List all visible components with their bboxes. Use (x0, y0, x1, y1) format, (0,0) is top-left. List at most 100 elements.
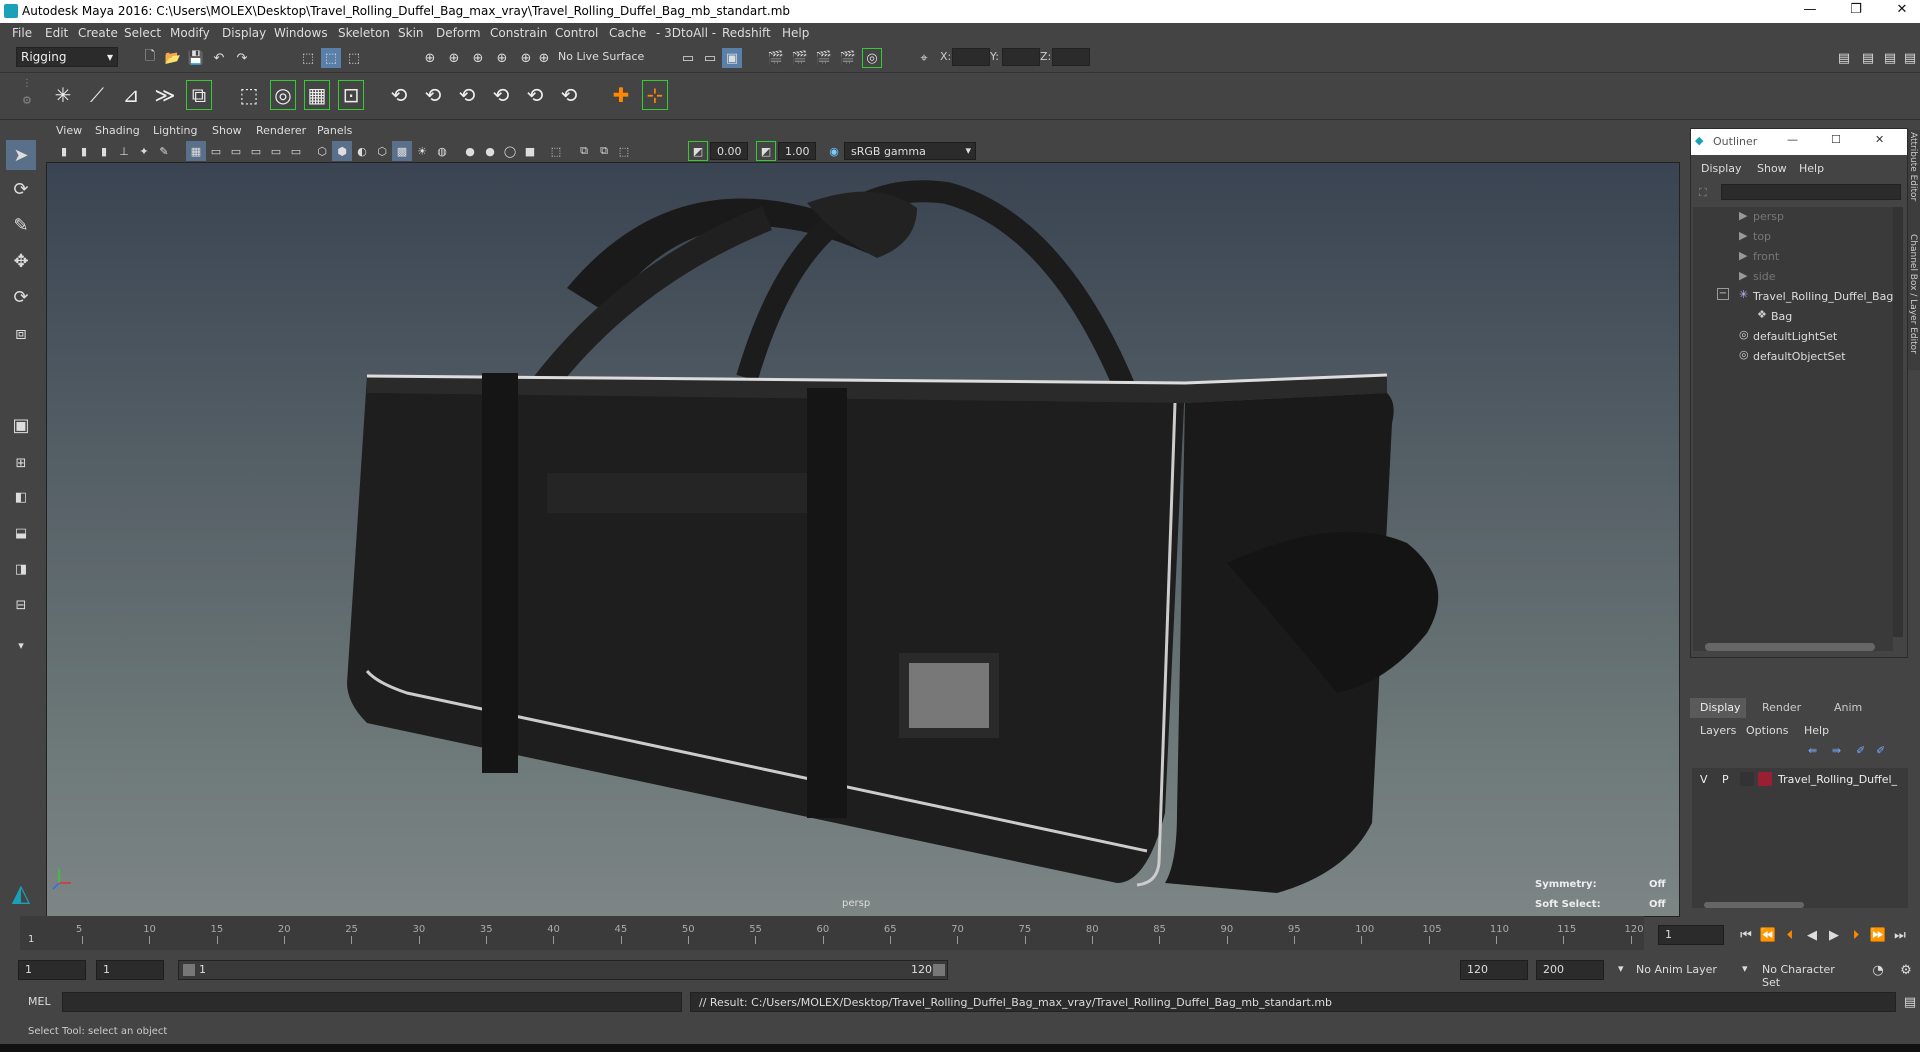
viewport-menu-show[interactable]: Show (212, 124, 242, 137)
render-current-frame-icon[interactable]: 🎬 (766, 48, 786, 68)
y-field[interactable] (1002, 48, 1040, 66)
mirror-joint-icon[interactable]: ⧉ (186, 80, 212, 110)
tool-settings-icon[interactable]: ▤ (1880, 48, 1900, 68)
color-space-dropdown[interactable]: sRGB gamma ▾ (844, 142, 976, 160)
wireframe-icon[interactable]: ⬡ (312, 141, 332, 161)
playback-end-field[interactable]: 120 (1460, 960, 1528, 980)
input-ops-icon[interactable]: ▭ (678, 48, 698, 68)
two-d-pan-icon[interactable]: ✦ (134, 141, 154, 161)
command-input[interactable] (62, 992, 682, 1012)
menu-modify[interactable]: Modify (170, 26, 210, 40)
film-gate-icon[interactable]: ▭ (206, 141, 226, 161)
tree-item-side[interactable]: ▶ side (1693, 267, 1893, 285)
ik-handle-icon[interactable]: ⟋ (84, 80, 110, 110)
channel-box-tab[interactable]: Channel Box / Layer Editor (1908, 234, 1918, 354)
layer-name[interactable]: Travel_Rolling_Duffel_ (1778, 773, 1898, 786)
outliner-persp-layout-icon[interactable]: ◧ (6, 482, 36, 512)
move-tool-icon[interactable]: ✥ (6, 246, 36, 276)
play-backwards-icon[interactable]: ◀ (1802, 925, 1822, 945)
xray-components-icon[interactable]: ⬚ (614, 141, 634, 161)
scale-tool-icon[interactable]: ⧈ (6, 318, 36, 348)
four-view-layout-icon[interactable]: ⊞ (6, 448, 36, 478)
new-layer-selected-icon[interactable]: ✐ (1876, 744, 1885, 757)
bind-skin-icon[interactable]: ⬚ (236, 80, 262, 110)
menu-3dtoall[interactable]: - 3DtoAll - (656, 26, 716, 40)
menu-skeleton[interactable]: Skeleton (338, 26, 390, 40)
script-editor-icon[interactable]: ▤ (1900, 992, 1920, 1012)
shelf-handle-icon[interactable]: ⋮ (22, 78, 32, 89)
select-components-icon[interactable]: ⬚ (344, 48, 364, 68)
undo-icon[interactable]: ↶ (209, 48, 229, 68)
tree-item-persp[interactable]: ▶ persp (1693, 207, 1893, 225)
outliner-menu-help[interactable]: Help (1799, 162, 1824, 175)
outliner-maximize-button[interactable]: ☐ (1831, 133, 1841, 146)
menu-control[interactable]: Control (555, 26, 598, 40)
outliner-search-input[interactable] (1721, 184, 1901, 200)
layer-visibility-toggle[interactable]: V (1700, 773, 1708, 786)
rotate-tool-icon[interactable]: ⟳ (6, 282, 36, 312)
lasso-tool-icon[interactable]: ⟳ (6, 174, 36, 204)
hypershade-layout-icon[interactable]: ⊟ (6, 590, 36, 620)
open-scene-icon[interactable]: 📂 (163, 48, 183, 68)
exposure-field[interactable]: 0.00 (710, 142, 748, 160)
tree-item-front[interactable]: ▶ front (1693, 247, 1893, 265)
tab-display[interactable]: Display (1690, 698, 1746, 718)
layout-options-icon[interactable]: ▾ (6, 630, 36, 660)
collapse-icon[interactable]: − (1717, 288, 1729, 300)
restore-button[interactable]: ❐ (1846, 2, 1866, 20)
viewport-menu-lighting[interactable]: Lighting (153, 124, 197, 137)
z-field[interactable] (1052, 48, 1090, 66)
step-forward-key-icon[interactable]: ⏩ (1868, 925, 1888, 945)
tree-item-default-object-set[interactable]: ◎ defaultObjectSet (1693, 347, 1893, 365)
shelf-settings-icon[interactable]: ⚙ (22, 94, 32, 107)
menu-windows[interactable]: Windows (274, 26, 328, 40)
range-start-handle[interactable] (183, 964, 195, 976)
new-layer-icon[interactable]: ✐ (1856, 744, 1865, 757)
motion-blur-icon[interactable]: ● (480, 141, 500, 161)
resolution-gate-icon[interactable]: ▭ (226, 141, 246, 161)
snap-point-icon[interactable]: ⊕ (468, 48, 488, 68)
single-perspective-layout-icon[interactable]: ▣ (6, 410, 36, 440)
attribute-editor-icon[interactable]: ▤ (1858, 48, 1878, 68)
animation-preferences-icon[interactable]: ⚙ (1896, 960, 1916, 980)
outliner-menu-display[interactable]: Display (1701, 162, 1742, 175)
tree-item-default-light-set[interactable]: ◎ defaultLightSet (1693, 327, 1893, 345)
time-slider[interactable]: 1 5 10 15 20 25 30 35 40 45 50 55 60 65 70 75 80 85 90 95 1… (20, 916, 1644, 950)
exposure-icon[interactable]: ◩ (688, 141, 708, 161)
menu-deform[interactable]: Deform (436, 26, 481, 40)
viewport-menu-panels[interactable]: Panels (317, 124, 352, 137)
isolate-select-icon[interactable]: ⬚ (546, 141, 566, 161)
close-button[interactable]: ✕ (1892, 2, 1912, 20)
tab-anim[interactable]: Anim (1834, 701, 1862, 714)
ik-spline-icon[interactable]: ⊿ (118, 80, 144, 110)
color-management-icon[interactable]: ◉ (824, 141, 844, 161)
camera-lock-icon[interactable]: ▮ (74, 141, 94, 161)
snap-pivot-icon[interactable]: ⊕ (534, 48, 554, 68)
menu-select[interactable]: Select (124, 26, 161, 40)
parent-constraint-icon[interactable]: ⟲ (522, 80, 548, 110)
range-end-handle[interactable] (933, 964, 945, 976)
filter-icon[interactable]: ⛶ (1699, 186, 1707, 200)
menu-cache[interactable]: Cache (609, 26, 646, 40)
command-language-label[interactable]: MEL (28, 995, 51, 1008)
grease-pencil-icon[interactable]: ✎ (154, 141, 174, 161)
x-field[interactable] (952, 48, 990, 66)
minimize-button[interactable]: — (1800, 2, 1820, 20)
menu-edit[interactable]: Edit (45, 26, 68, 40)
outliner-horizontal-scrollbar[interactable] (1705, 643, 1875, 651)
graph-persp-layout-icon[interactable]: ⬓ (6, 518, 36, 548)
menu-constrain[interactable]: Constrain (490, 26, 548, 40)
screen-space-ao-icon[interactable]: ● (460, 141, 480, 161)
playback-start-field[interactable]: 1 (96, 960, 164, 980)
layer-menu-options[interactable]: Options (1746, 724, 1788, 737)
viewport-menu-renderer[interactable]: Renderer (256, 124, 306, 137)
tree-item-group[interactable]: − ✳ Travel_Rolling_Duffel_Bag (1693, 287, 1893, 305)
camera-select-icon[interactable]: ▮ (54, 141, 74, 161)
snap-surface-icon[interactable]: ⊕ (516, 48, 536, 68)
use-all-lights-icon[interactable]: ☀ (412, 141, 432, 161)
menu-create[interactable]: Create (78, 26, 118, 40)
safe-action-icon[interactable]: ▭ (286, 141, 306, 161)
smooth-skin-icon[interactable]: ◎ (270, 80, 296, 110)
render-settings-icon[interactable]: 🎬 (838, 48, 858, 68)
transform-constraint-icon[interactable]: ⌖ (914, 48, 934, 68)
